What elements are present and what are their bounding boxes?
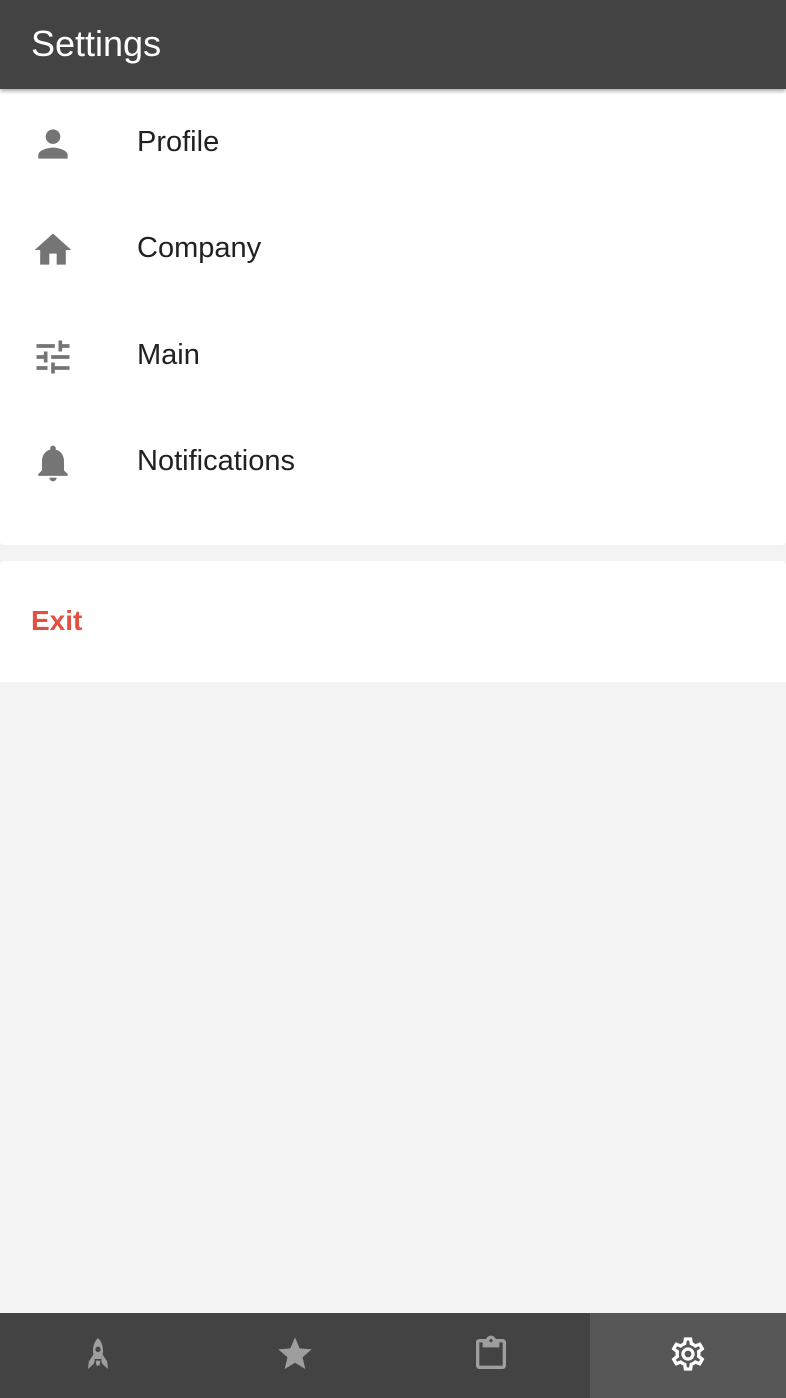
sliders-icon (31, 335, 75, 379)
menu-item-company[interactable]: Company (0, 195, 786, 301)
gear-icon (668, 1334, 708, 1374)
settings-menu: Profile Company Main Notifications (0, 89, 786, 545)
nav-tab-launch[interactable] (0, 1313, 197, 1398)
menu-item-label: Notifications (137, 445, 295, 477)
star-icon (275, 1334, 315, 1374)
menu-item-label: Company (137, 232, 262, 264)
bottom-navigation (0, 1313, 786, 1398)
nav-tab-settings[interactable] (589, 1313, 786, 1398)
menu-item-notifications[interactable]: Notifications (0, 408, 786, 514)
exit-button[interactable]: Exit (31, 603, 82, 639)
exit-section: Exit (0, 561, 786, 682)
home-icon (31, 228, 75, 272)
bell-icon (31, 441, 75, 485)
settings-screen: Settings Profile Company Main Notificati… (0, 0, 786, 1398)
nav-tab-favorites[interactable] (197, 1313, 394, 1398)
nav-tab-clipboard[interactable] (393, 1313, 590, 1398)
person-icon (31, 122, 75, 166)
menu-item-label: Main (137, 339, 200, 371)
menu-item-profile[interactable]: Profile (0, 89, 786, 195)
rocket-icon (78, 1334, 118, 1374)
app-bar: Settings (0, 0, 786, 89)
menu-item-main[interactable]: Main (0, 302, 786, 408)
page-title: Settings (31, 23, 162, 64)
clipboard-icon (471, 1334, 511, 1374)
menu-item-label: Profile (137, 126, 220, 158)
